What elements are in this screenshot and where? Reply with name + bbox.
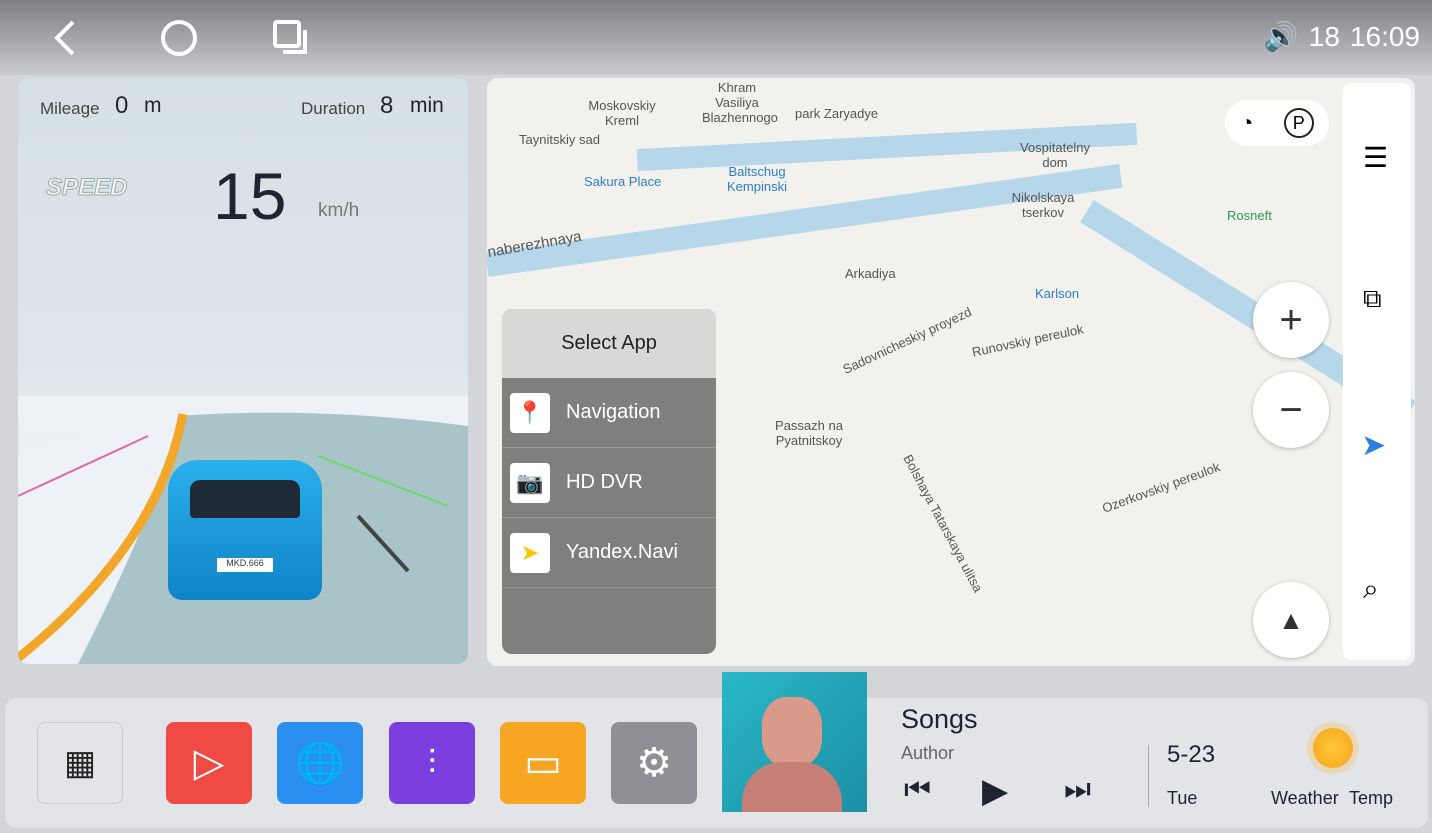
divider — [1148, 745, 1149, 807]
zoom-in-button[interactable]: + — [1253, 282, 1329, 358]
map-label: Runovskiy pereulok — [970, 321, 1085, 360]
mileage-value: 0 — [115, 92, 129, 119]
duration-unit: min — [410, 94, 444, 117]
road-visualization: MKD.666 — [18, 396, 468, 664]
speed-value: 15 — [213, 159, 287, 233]
system-bar: 🔊 18 16:09 — [0, 0, 1432, 75]
clock: 16:09 — [1349, 20, 1420, 52]
sun-icon — [1313, 728, 1353, 768]
parking-icon[interactable]: P — [1283, 108, 1314, 138]
duration-value: 8 — [380, 92, 394, 119]
map-label: Passazh na Pyatnitskoy — [775, 418, 843, 448]
map-label: park Zaryadye — [795, 106, 879, 121]
duration-label: Duration — [301, 99, 366, 118]
speaker-icon[interactable]: 🔊 — [1264, 20, 1299, 53]
map-label: Rosneft — [1227, 208, 1272, 223]
song-author: Author — [901, 743, 955, 763]
option-yandex-navi[interactable]: ➤ Yandex.Navi — [502, 518, 716, 588]
license-plate: MKD.666 — [217, 558, 273, 572]
map-label: Taynitskiy sad — [519, 132, 600, 147]
option-label: Navigation — [566, 401, 661, 423]
option-navigation[interactable]: 📍 Navigation — [502, 378, 716, 448]
apps-grid-icon[interactable]: ▦ — [37, 722, 123, 804]
volume-level: 18 — [1308, 20, 1340, 52]
equalizer-icon[interactable]: ⫶ — [389, 722, 475, 804]
date: 5-23 — [1167, 741, 1216, 768]
my-location-icon[interactable]: ➤ — [1361, 428, 1386, 463]
back-icon[interactable] — [42, 16, 86, 60]
dialog-title: Select App — [502, 309, 716, 378]
weather-temp: Temp — [1349, 788, 1394, 808]
map-label: Moskovskiy Kreml — [588, 98, 656, 128]
next-track-icon[interactable]: ⏭ — [1064, 773, 1091, 807]
traffic-layer-icon[interactable]: ◔ — [1240, 110, 1253, 136]
map-label: Baltschug Kempinski — [727, 164, 787, 194]
home-icon[interactable] — [157, 16, 201, 60]
mileage-label: Mileage — [40, 99, 100, 118]
browser-globe-icon[interactable]: 🌐 — [277, 722, 363, 804]
status-area: 🔊 18 16:09 — [1264, 20, 1420, 53]
google-maps-icon: 📍 — [510, 392, 550, 433]
option-hd-dvr[interactable]: 📷 HD DVR — [502, 448, 716, 518]
map-label: Karlson — [1035, 286, 1080, 301]
yandex-navi-icon: ➤ — [510, 532, 550, 573]
map-layer-controls: ◔ P — [1225, 100, 1329, 146]
option-label: HD DVR — [566, 471, 643, 493]
mileage-unit: m — [144, 94, 162, 117]
map-label: Nikolskaya tserkov — [1011, 190, 1075, 220]
map-sidebar: ☰ ⧉ ➤ ⌕ — [1343, 83, 1411, 660]
select-app-dialog: Select App 📍 Navigation 📷 HD DVR ➤ Yandex.N… — [502, 309, 716, 654]
play-icon[interactable]: ▶ — [982, 771, 1008, 811]
previous-track-icon[interactable]: ⏮ — [904, 773, 931, 807]
map-label: Bolshaya Tatarskaya ulitsa — [900, 451, 986, 595]
recents-icon[interactable] — [268, 16, 312, 60]
compass-button[interactable]: ▲ — [1253, 582, 1329, 658]
weather-label: Weather — [1271, 788, 1339, 808]
settings-icon[interactable]: ⚙ — [611, 722, 697, 804]
speed-unit: km/h — [318, 200, 360, 221]
song-title: Songs — [901, 704, 978, 734]
search-icon[interactable]: ⌕ — [1363, 573, 1379, 606]
river — [487, 164, 1123, 277]
option-label: Yandex.Navi — [566, 541, 678, 563]
driving-panel: Mileage 0 m Duration 8 min SPEED 15 km/h… — [18, 78, 468, 664]
speed-logo: SPEED — [45, 174, 128, 202]
file-manager-icon[interactable]: ▭ — [500, 722, 586, 804]
map-label: Sakura Place — [584, 174, 662, 189]
map-label: Vospitatelny dom — [1019, 140, 1091, 170]
map-label: Khram Vasiliya Blazhennogo — [702, 80, 778, 125]
car-graphic: MKD.666 — [168, 460, 322, 600]
map-label: Ozerkovskiy pereulok — [1100, 459, 1223, 516]
camera-icon: 📷 — [510, 462, 550, 503]
bookmarks-icon[interactable]: ⧉ — [1363, 283, 1382, 315]
menu-icon[interactable]: ☰ — [1363, 141, 1388, 174]
map-label: Sadovnicheskiy proyezd — [840, 304, 974, 377]
album-art[interactable] — [722, 672, 867, 812]
map-label: Arkadiya — [845, 266, 896, 281]
video-player-icon[interactable]: ▷ — [166, 722, 252, 804]
weekday: Tue — [1167, 788, 1198, 808]
zoom-out-button[interactable]: − — [1253, 372, 1329, 448]
